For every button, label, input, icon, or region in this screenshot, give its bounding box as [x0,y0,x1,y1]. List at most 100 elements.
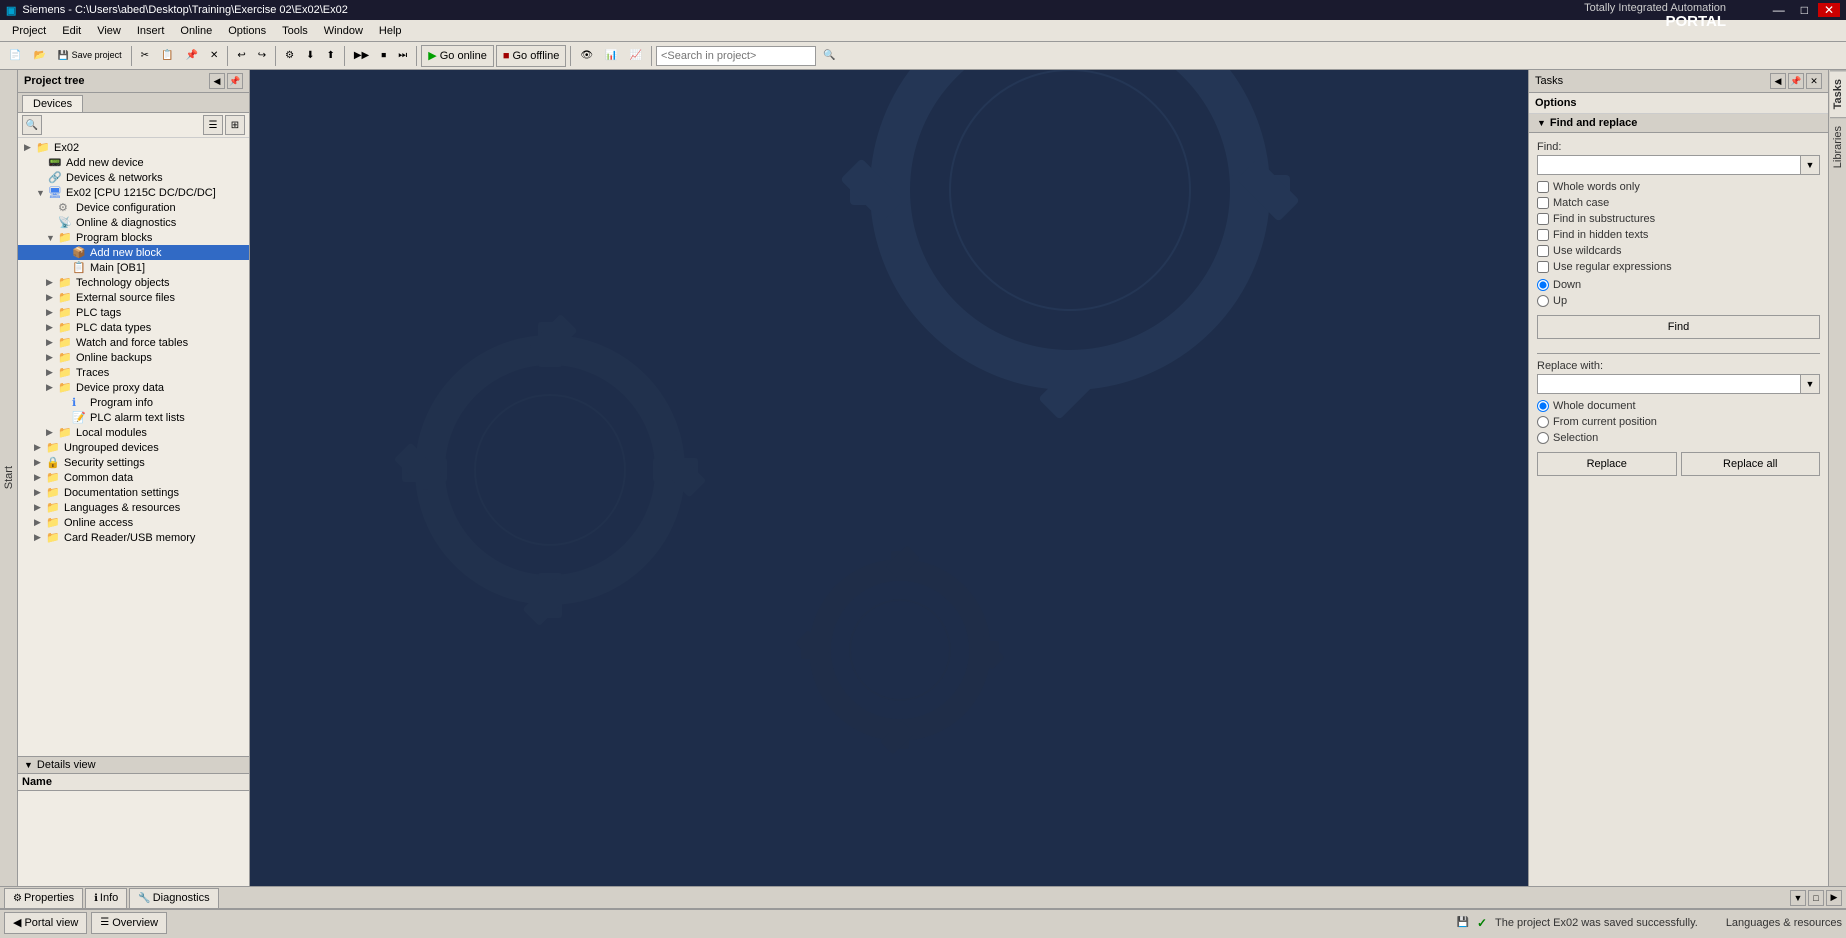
device-proxy-arrow[interactable]: ▶ [46,382,58,393]
tree-node-devices-networks[interactable]: 🔗 Devices & networks [18,170,249,185]
common-data-arrow[interactable]: ▶ [34,472,46,483]
start-sim-btn[interactable]: ▶▶ [349,45,374,67]
tree-node-device-proxy[interactable]: ▶ 📁 Device proxy data [18,380,249,395]
tree-node-device-config[interactable]: ⚙ Device configuration [18,200,249,215]
devices-tab[interactable]: Devices [22,95,83,112]
tasks-close-btn[interactable]: ✕ [1806,73,1822,89]
direction-down-radio[interactable] [1537,279,1549,291]
ungrouped-arrow[interactable]: ▶ [34,442,46,453]
ext-sources-arrow[interactable]: ▶ [46,292,58,303]
details-collapse-icon[interactable]: ▼ [24,760,33,770]
languages-arrow[interactable]: ▶ [34,502,46,513]
plc-tags-arrow[interactable]: ▶ [46,307,58,318]
undo-btn[interactable]: ↩ [232,45,250,67]
replace-dropdown-btn[interactable]: ▼ [1800,374,1820,394]
tree-node-cpu[interactable]: ▼ 🖥 Ex02 [CPU 1215C DC/DC/DC] [18,185,249,200]
overview-btn[interactable]: ☰ Overview [91,912,167,934]
tree-node-doc-settings[interactable]: ▶ 📁 Documentation settings [18,485,249,500]
find-btn[interactable]: Find [1537,315,1820,339]
tree-node-local-modules[interactable]: ▶ 📁 Local modules [18,425,249,440]
menu-tools[interactable]: Tools [274,23,316,39]
direction-up-radio[interactable] [1537,295,1549,307]
info-tab-btn[interactable]: ℹ Info [85,888,127,908]
tree-node-languages[interactable]: ▶ 📁 Languages & resources [18,500,249,515]
find-input[interactable] [1537,155,1800,175]
card-reader-arrow[interactable]: ▶ [34,532,46,543]
cpu-arrow[interactable]: ▼ [36,188,48,198]
selection-radio[interactable] [1537,432,1549,444]
tasks-pin-btn[interactable]: 📌 [1788,73,1804,89]
tree-node-card-reader[interactable]: ▶ 📁 Card Reader/USB memory [18,530,249,545]
step-btn[interactable]: ⏭ [393,45,412,67]
menu-window[interactable]: Window [316,23,371,39]
tree-node-online-backups[interactable]: ▶ 📁 Online backups [18,350,249,365]
tree-node-ex02[interactable]: ▶ 📁 Ex02 [18,140,249,155]
tree-collapse-btn[interactable]: ◀ [209,73,225,89]
menu-insert[interactable]: Insert [129,23,173,39]
tree-pin-btn[interactable]: 📌 [227,73,243,89]
tree-detail-view-btn[interactable]: ⊞ [225,115,245,135]
tree-node-tech-objects[interactable]: ▶ 📁 Technology objects [18,275,249,290]
paste-btn[interactable]: 📌 [180,45,202,67]
plc-data-types-arrow[interactable]: ▶ [46,322,58,333]
tree-node-common-data[interactable]: ▶ 📁 Common data [18,470,249,485]
panel-expand-btn[interactable]: ▶ [1826,890,1842,906]
menu-project[interactable]: Project [4,23,54,39]
menu-options[interactable]: Options [220,23,274,39]
find-substructures-checkbox[interactable] [1537,213,1549,225]
traces-arrow[interactable]: ▶ [46,367,58,378]
doc-settings-arrow[interactable]: ▶ [34,487,46,498]
copy-btn[interactable]: 📋 [156,45,178,67]
online-access-arrow[interactable]: ▶ [34,517,46,528]
maximize-btn[interactable]: □ [1795,3,1814,17]
tree-node-traces[interactable]: ▶ 📁 Traces [18,365,249,380]
delete-btn[interactable]: ✕ [205,45,223,67]
menu-edit[interactable]: Edit [54,23,89,39]
open-btn[interactable]: 📂 [28,45,50,67]
from-current-radio[interactable] [1537,416,1549,428]
replace-input[interactable] [1537,374,1800,394]
find-dropdown-btn[interactable]: ▼ [1800,155,1820,175]
close-btn[interactable]: ✕ [1818,3,1840,17]
redo-btn[interactable]: ↪ [253,45,271,67]
use-regex-checkbox[interactable] [1537,261,1549,273]
search-btn[interactable]: 🔍 [818,45,840,67]
vtab-tasks[interactable]: Tasks [1830,70,1846,117]
tree-node-online-access[interactable]: ▶ 📁 Online access [18,515,249,530]
find-hidden-checkbox[interactable] [1537,229,1549,241]
tree-node-add-block[interactable]: 📦 Add new block [18,245,249,260]
menu-help[interactable]: Help [371,23,410,39]
tree-node-watch-force[interactable]: ▶ 📁 Watch and force tables [18,335,249,350]
replace-all-btn[interactable]: Replace all [1681,452,1821,476]
menu-view[interactable]: View [89,23,129,39]
tree-node-program-blocks[interactable]: ▼ 📁 Program blocks [18,230,249,245]
start-label[interactable]: Start [1,458,17,497]
title-bar-controls[interactable]: — □ ✕ [1767,3,1840,17]
menu-online[interactable]: Online [172,23,220,39]
minimize-btn[interactable]: — [1767,3,1791,17]
security-arrow[interactable]: ▶ [34,457,46,468]
save-btn[interactable]: 💾 Save project [53,45,127,67]
vtab-libraries[interactable]: Libraries [1830,117,1846,176]
tech-objects-arrow[interactable]: ▶ [46,277,58,288]
tree-node-plc-alarm[interactable]: 📝 PLC alarm text lists [18,410,249,425]
replace-btn[interactable]: Replace [1537,452,1677,476]
search-input[interactable] [656,46,816,66]
monitor3-btn[interactable]: 📈 [625,45,647,67]
local-modules-arrow[interactable]: ▶ [46,427,58,438]
go-offline-btn[interactable]: ■ Go offline [496,45,567,67]
upload-btn[interactable]: ⬆ [321,45,339,67]
tree-node-plc-tags[interactable]: ▶ 📁 PLC tags [18,305,249,320]
monitor2-btn[interactable]: 📊 [600,45,622,67]
tree-node-main-ob1[interactable]: 📋 Main [OB1] [18,260,249,275]
new-btn[interactable]: 📄 [4,45,26,67]
tree-node-ungrouped[interactable]: ▶ 📁 Ungrouped devices [18,440,249,455]
portal-view-btn[interactable]: ◀ Portal view [4,912,87,934]
panel-minimize-btn[interactable]: ▼ [1790,890,1806,906]
online-backups-arrow[interactable]: ▶ [46,352,58,363]
tree-node-ext-sources[interactable]: ▶ 📁 External source files [18,290,249,305]
tree-node-add-device[interactable]: 📟 Add new device [18,155,249,170]
program-blocks-arrow[interactable]: ▼ [46,233,58,243]
whole-words-checkbox[interactable] [1537,181,1549,193]
tasks-collapse-btn[interactable]: ◀ [1770,73,1786,89]
